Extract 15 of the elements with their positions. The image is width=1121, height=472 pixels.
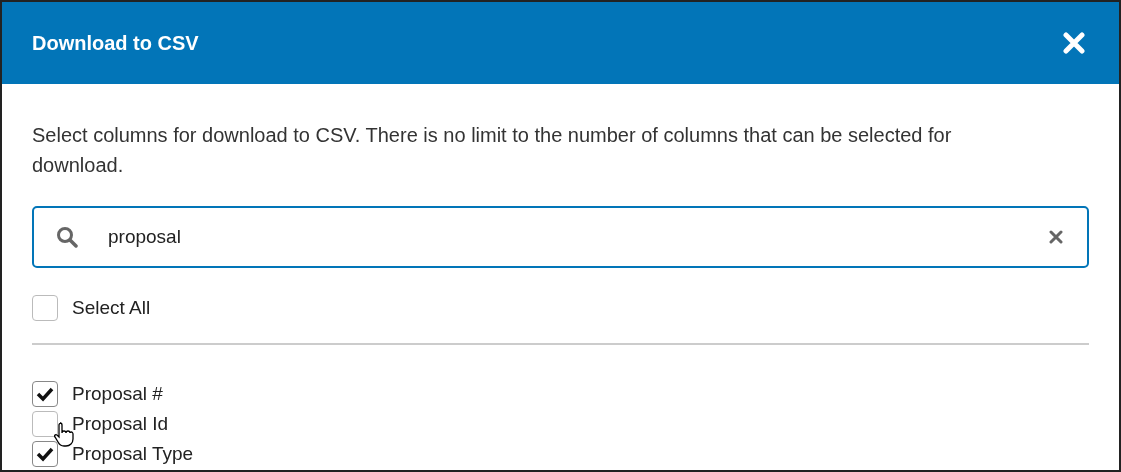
column-checkbox[interactable] — [32, 411, 58, 437]
search-icon — [56, 226, 78, 248]
hand-cursor-icon — [54, 421, 74, 447]
select-all-checkbox[interactable] — [32, 295, 58, 321]
column-checkbox[interactable] — [32, 441, 58, 467]
dialog-title: Download to CSV — [32, 31, 199, 55]
clear-search-button[interactable] — [1047, 228, 1065, 246]
search-field[interactable]: proposal — [32, 206, 1089, 268]
search-input[interactable]: proposal — [106, 225, 1047, 249]
description-text: Select columns for download to CSV. There is no limit to the number of columns that can be selected for download. — [32, 123, 953, 178]
select-all-label: Select All — [72, 297, 151, 319]
column-checkbox[interactable] — [32, 381, 58, 407]
column-label: Proposal Type — [72, 443, 194, 465]
column-label: Proposal Id — [72, 413, 169, 435]
column-label: Proposal # — [72, 383, 163, 405]
